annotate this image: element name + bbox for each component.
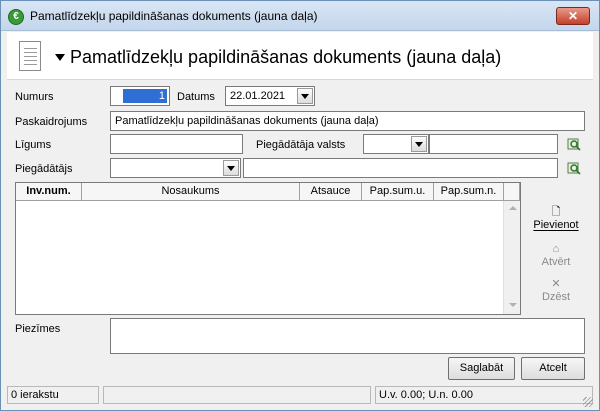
- piegadatajs-name-field[interactable]: [243, 158, 558, 178]
- new-document-icon: 🗋: [551, 206, 561, 218]
- ligums-label: Līgums: [15, 139, 52, 151]
- piegadatajs-combo[interactable]: [110, 158, 241, 178]
- column-header-atsauce[interactable]: Atsauce: [300, 183, 362, 201]
- piegadataja-valsts-label: Piegādātāja valsts: [256, 139, 346, 151]
- column-header-corner: [504, 183, 520, 201]
- open-button-label: Atvērt: [541, 256, 571, 268]
- search-supplier-icon[interactable]: [567, 161, 581, 175]
- paskaidrojums-value: Pamatlīdzekļu papildināšanas dokuments (…: [115, 115, 379, 127]
- status-middle: [103, 386, 371, 404]
- cancel-button[interactable]: Atcelt: [521, 357, 585, 380]
- status-sums: U.v. 0.00; U.n. 0.00: [375, 386, 593, 404]
- status-bar: 0 ierakstu U.v. 0.00; U.n. 0.00: [7, 386, 593, 405]
- column-header-nosaukums[interactable]: Nosaukums: [82, 183, 300, 201]
- piegadatajs-label: Piegādātājs: [15, 163, 73, 175]
- scroll-up-arrow-icon[interactable]: [505, 201, 520, 216]
- piegadatajs-dropdown-button[interactable]: [223, 160, 239, 176]
- column-header-inv-num[interactable]: Inv.num.: [16, 183, 82, 201]
- open-folder-icon: ⌂: [552, 243, 560, 255]
- column-header-pap-sum-n[interactable]: Pap.sum.n.: [434, 183, 504, 201]
- numurs-field[interactable]: 1: [110, 86, 170, 106]
- add-button[interactable]: 🗋 Pievienot: [526, 205, 586, 231]
- status-record-count: 0 ierakstu: [7, 386, 99, 404]
- close-button[interactable]: ✕: [556, 7, 590, 25]
- items-grid[interactable]: Inv.num. Nosaukums Atsauce Pap.sum.u. Pa…: [15, 182, 521, 315]
- window-title: Pamatlīdzekļu papildināšanas dokuments (…: [30, 9, 318, 23]
- scroll-down-arrow-icon[interactable]: [505, 298, 520, 313]
- app-icon: €: [8, 9, 24, 25]
- document-icon: [19, 41, 41, 71]
- piezimes-field[interactable]: [110, 318, 585, 354]
- numurs-label: Numurs: [15, 91, 54, 103]
- column-header-pap-sum-u[interactable]: Pap.sum.u.: [362, 183, 434, 201]
- search-country-icon[interactable]: [567, 137, 581, 151]
- document-window: € Pamatlīdzekļu papildināšanas dokuments…: [0, 0, 600, 411]
- delete-button[interactable]: ✕ Dzēst: [526, 277, 586, 303]
- piegadataja-valsts-name-field[interactable]: [429, 134, 558, 154]
- datums-label: Datums: [177, 91, 215, 103]
- delete-button-label: Dzēst: [541, 291, 571, 303]
- paskaidrojums-label: Paskaidrojums: [15, 116, 88, 128]
- delete-x-icon: ✕: [551, 278, 561, 290]
- caret-down-icon[interactable]: [55, 54, 65, 61]
- paskaidrojums-field[interactable]: Pamatlīdzekļu papildināšanas dokuments (…: [110, 111, 585, 131]
- title-bar[interactable]: € Pamatlīdzekļu papildināšanas dokuments…: [1, 1, 599, 31]
- page-title: Pamatlīdzekļu papildināšanas dokuments (…: [70, 47, 502, 67]
- datums-value: 22.01.2021: [230, 90, 286, 102]
- datums-dropdown-button[interactable]: [297, 88, 313, 104]
- resize-grip-icon[interactable]: [583, 397, 593, 407]
- piegadataja-valsts-dropdown-button[interactable]: [411, 136, 427, 152]
- grid-vertical-scrollbar[interactable]: [503, 201, 520, 314]
- header-panel: Pamatlīdzekļu papildināšanas dokuments (…: [7, 32, 593, 80]
- open-button[interactable]: ⌂ Atvērt: [526, 242, 586, 268]
- add-button-label: Pievienot: [533, 219, 579, 231]
- piezimes-label: Piezīmes: [15, 323, 61, 335]
- ligums-field[interactable]: [110, 134, 243, 154]
- numurs-value: 1: [123, 89, 167, 103]
- save-button[interactable]: Saglabāt: [448, 357, 515, 380]
